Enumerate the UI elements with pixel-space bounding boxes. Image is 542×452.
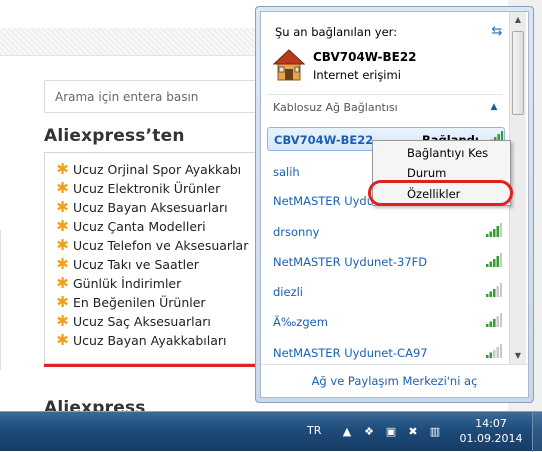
monitor-icon[interactable]: ▣ xyxy=(384,425,398,439)
link-text[interactable]: Ucuz Çanta Modelleri xyxy=(73,219,206,234)
link-list-box: ✱ Ucuz Orjinal Spor Ayakkabı ✱ Ucuz Elektr… xyxy=(44,152,264,364)
link-text[interactable]: Ucuz Orjinal Spor Ayakkabı xyxy=(73,162,241,177)
list-item[interactable]: ✱ Ucuz Saç Aksesuarları xyxy=(55,312,264,331)
network-name: diezli xyxy=(273,285,303,299)
list-item[interactable]: ✱ Ucuz Bayan Aksesuarları xyxy=(55,198,264,217)
star-icon: ✱ xyxy=(56,274,69,292)
scroll-up-button[interactable]: ▲ xyxy=(510,12,526,28)
link-text[interactable]: Ucuz Saç Aksesuarları xyxy=(73,314,211,329)
menu-item-disconnect[interactable]: Bağlantıyı Kes xyxy=(375,143,508,163)
page-divider xyxy=(0,230,1,370)
chevron-up-icon[interactable]: ▲ xyxy=(340,425,354,439)
house-icon xyxy=(273,49,305,81)
signal-strength-icon xyxy=(486,283,502,297)
star-icon: ✱ xyxy=(56,331,69,349)
network-name: CBV704W-BE22 xyxy=(274,133,374,147)
star-icon: ✱ xyxy=(56,198,69,216)
network-name: drsonny xyxy=(273,225,320,239)
star-icon: ✱ xyxy=(56,312,69,330)
divider xyxy=(267,94,503,95)
link-text[interactable]: Günlük İndirimler xyxy=(73,276,181,291)
clock[interactable]: 14:07 01.09.2014 xyxy=(456,416,526,446)
error-flag-icon[interactable]: ✖ xyxy=(406,425,420,439)
signal-strength-icon xyxy=(486,344,502,358)
menu-item-status[interactable]: Durum xyxy=(375,163,508,183)
list-item[interactable]: ✱ Ucuz Elektronik Ürünler xyxy=(55,179,264,198)
section-underline xyxy=(44,364,264,367)
link-text[interactable]: Ucuz Elektronik Ürünler xyxy=(73,181,220,196)
dropbox-icon[interactable]: ❖ xyxy=(362,425,376,439)
network-row[interactable]: diezli xyxy=(267,280,505,304)
show-desktop-button[interactable] xyxy=(532,412,542,452)
network-name: NetMASTER Uydun xyxy=(273,194,382,208)
link-text[interactable]: En Beğenilen Ürünler xyxy=(73,295,206,310)
signal-strength-icon xyxy=(486,253,502,267)
link-text[interactable]: Ucuz Telefon ve Aksesuarlar xyxy=(73,238,248,253)
search-box[interactable] xyxy=(44,80,258,113)
scroll-thumb[interactable] xyxy=(512,31,524,115)
list-item[interactable]: ✱ Günlük İndirimler xyxy=(55,274,264,293)
current-network-name: CBV704W-BE22 xyxy=(313,50,417,64)
network-row[interactable]: drsonny xyxy=(267,220,505,244)
star-icon: ✱ xyxy=(56,160,69,178)
star-icon: ✱ xyxy=(56,179,69,197)
menu-item-properties[interactable]: Özellikler xyxy=(375,184,508,204)
network-name: NetMASTER Uydunet-37FD xyxy=(273,255,428,269)
list-item[interactable]: ✱ En Beğenilen Ürünler xyxy=(55,293,264,312)
scroll-down-button[interactable]: ▼ xyxy=(510,348,526,364)
connected-header: Şu an bağlanılan yer: xyxy=(275,25,398,39)
search-input[interactable] xyxy=(45,81,258,112)
star-icon: ✱ xyxy=(56,217,69,235)
link-text[interactable]: Ucuz Takı ve Saatler xyxy=(73,257,199,272)
list-item[interactable]: ✱ Ucuz Takı ve Saatler xyxy=(55,255,264,274)
network-row[interactable]: NetMASTER Uydunet-CA97 xyxy=(267,341,505,365)
section-title: Aliexpress’ten xyxy=(44,126,185,146)
list-item[interactable]: ✱ Ucuz Telefon ve Aksesuarlar xyxy=(55,236,264,255)
link-text[interactable]: Ucuz Bayan Ayakkabıları xyxy=(73,333,227,348)
taskbar: TR ▲ ❖ ▣ ✖ ▥ 14:07 01.09.2014 xyxy=(0,411,542,452)
network-name: Ã‰zgem xyxy=(273,315,328,329)
list-item[interactable]: ✱ Ucuz Çanta Modelleri xyxy=(55,217,264,236)
current-network-status: Internet erişimi xyxy=(313,68,401,82)
network-name: NetMASTER Uydunet-CA97 xyxy=(273,346,428,360)
network-row[interactable]: NetMASTER Uydunet-37FD xyxy=(267,250,505,274)
context-menu: Bağlantıyı Kes Durum Özellikler xyxy=(372,140,511,206)
wireless-section-title: Kablosuz Ağ Bağlantısı xyxy=(273,101,398,114)
page-header-strip xyxy=(0,28,262,56)
star-icon: ✱ xyxy=(56,236,69,254)
network-icon[interactable]: ▥ xyxy=(428,425,442,439)
chevron-up-icon[interactable]: ▲ xyxy=(487,100,501,114)
clock-date: 01.09.2014 xyxy=(459,432,523,445)
signal-strength-icon xyxy=(486,223,502,237)
link-text[interactable]: Ucuz Bayan Aksesuarları xyxy=(73,200,228,215)
list-item[interactable]: ✱ Ucuz Orjinal Spor Ayakkabı xyxy=(55,160,264,179)
link-list: ✱ Ucuz Orjinal Spor Ayakkabı ✱ Ucuz Elektr… xyxy=(45,153,264,350)
language-indicator[interactable]: TR xyxy=(307,424,321,437)
star-icon: ✱ xyxy=(56,255,69,273)
scrollbar[interactable]: ▲ ▼ xyxy=(509,12,526,364)
network-row[interactable]: Ã‰zgem xyxy=(267,310,505,334)
list-item[interactable]: ✱ Ucuz Bayan Ayakkabıları xyxy=(55,331,264,350)
network-name: salih xyxy=(273,165,300,179)
network-sharing-center-link[interactable]: Ağ ve Paylaşım Merkezi'ni aç xyxy=(261,364,528,397)
star-icon: ✱ xyxy=(56,293,69,311)
refresh-icon[interactable]: ⇆ xyxy=(489,24,505,40)
clock-time: 14:07 xyxy=(475,417,507,430)
signal-strength-icon xyxy=(486,313,502,327)
